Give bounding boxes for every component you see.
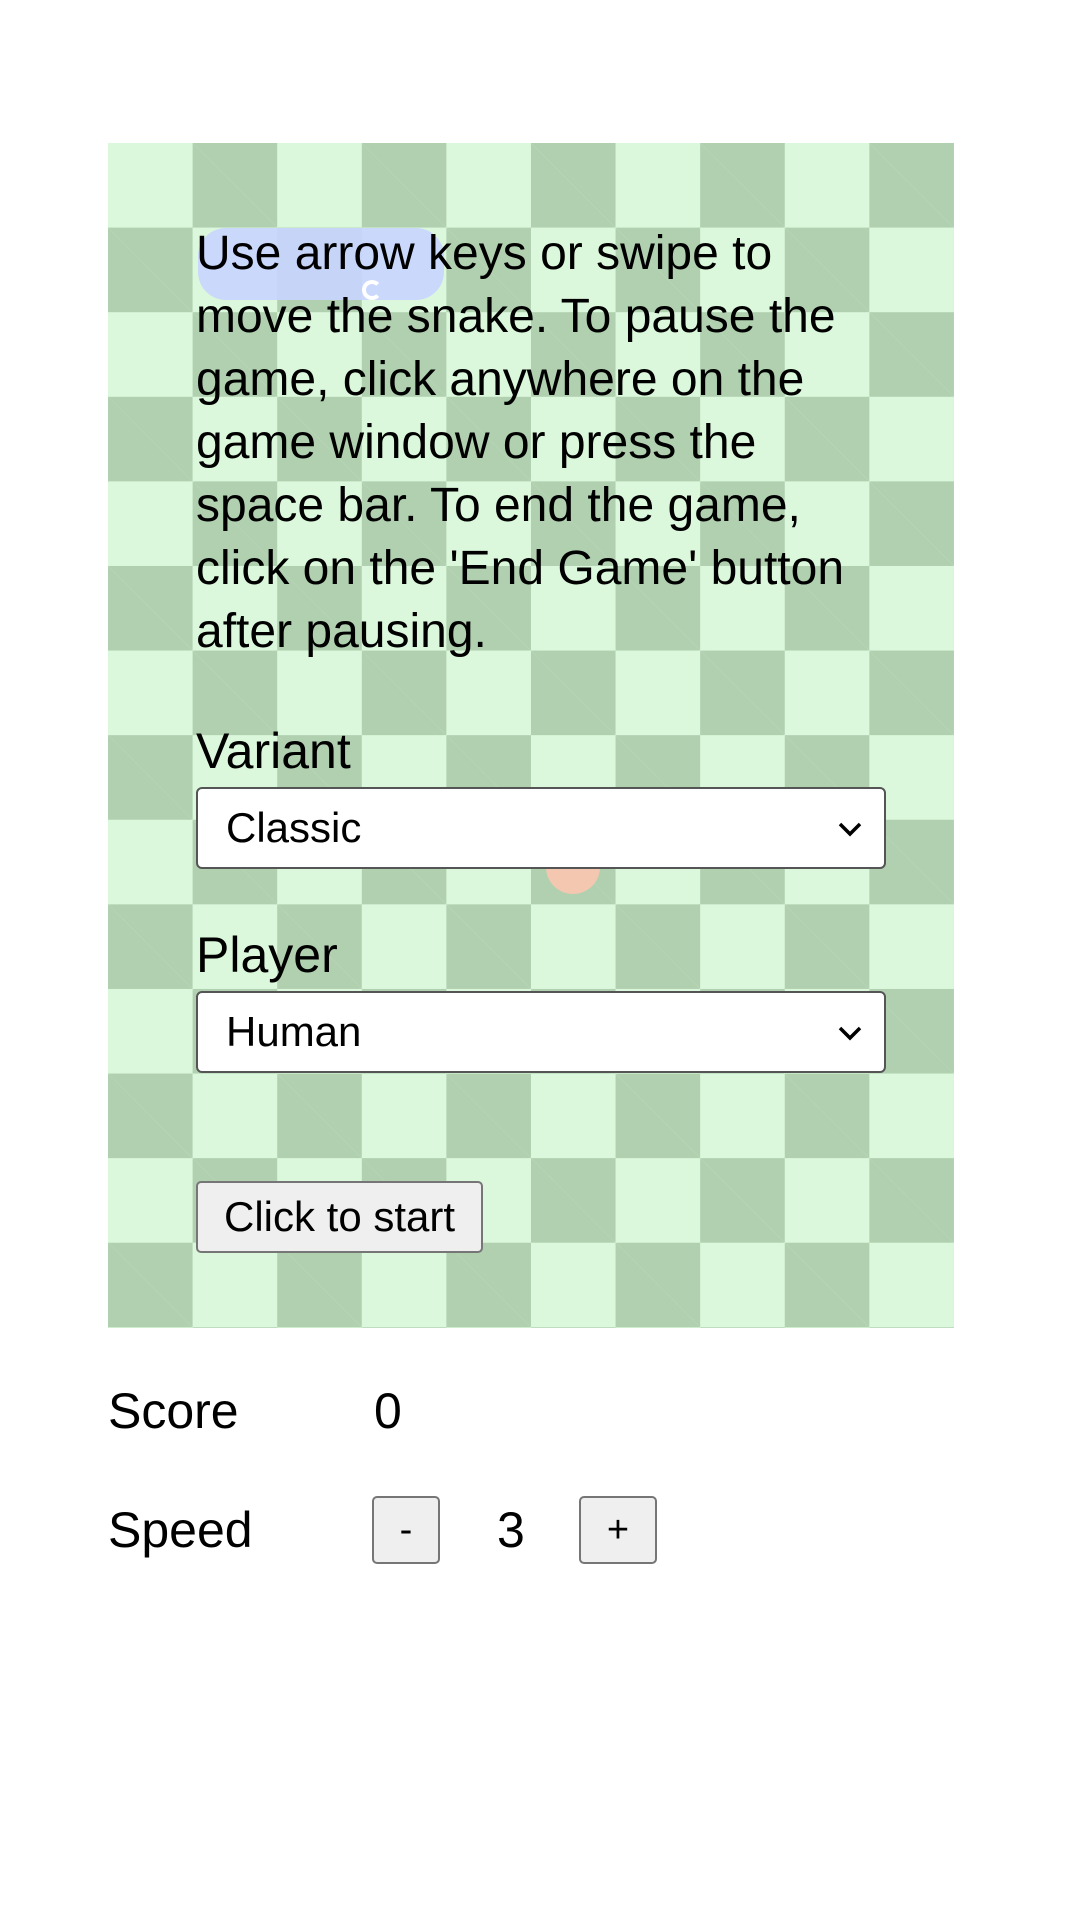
player-label: Player (196, 927, 338, 983)
speed-decrease-button[interactable]: - (372, 1496, 440, 1564)
chevron-down-icon (838, 822, 862, 837)
snake-game-page: Use arrow keys or swipe to move the snak… (0, 0, 1080, 1920)
player-select[interactable]: Human (196, 991, 886, 1073)
start-menu: Use arrow keys or swipe to move the snak… (196, 222, 896, 1253)
player-selected-value: Human (226, 1008, 362, 1055)
speed-value: 3 (497, 1502, 525, 1558)
speed-label: Speed (108, 1502, 253, 1558)
instructions-text: Use arrow keys or swipe to move the snak… (196, 227, 845, 658)
chevron-down-icon (838, 1026, 862, 1041)
start-button[interactable]: Click to start (196, 1181, 484, 1253)
speed-increase-button[interactable]: + (579, 1496, 657, 1564)
variant-select[interactable]: Classic (196, 787, 886, 869)
variant-label: Variant (196, 723, 351, 779)
variant-selected-value: Classic (226, 804, 362, 851)
score-label: Score (108, 1383, 239, 1439)
score-value: 0 (374, 1383, 402, 1439)
